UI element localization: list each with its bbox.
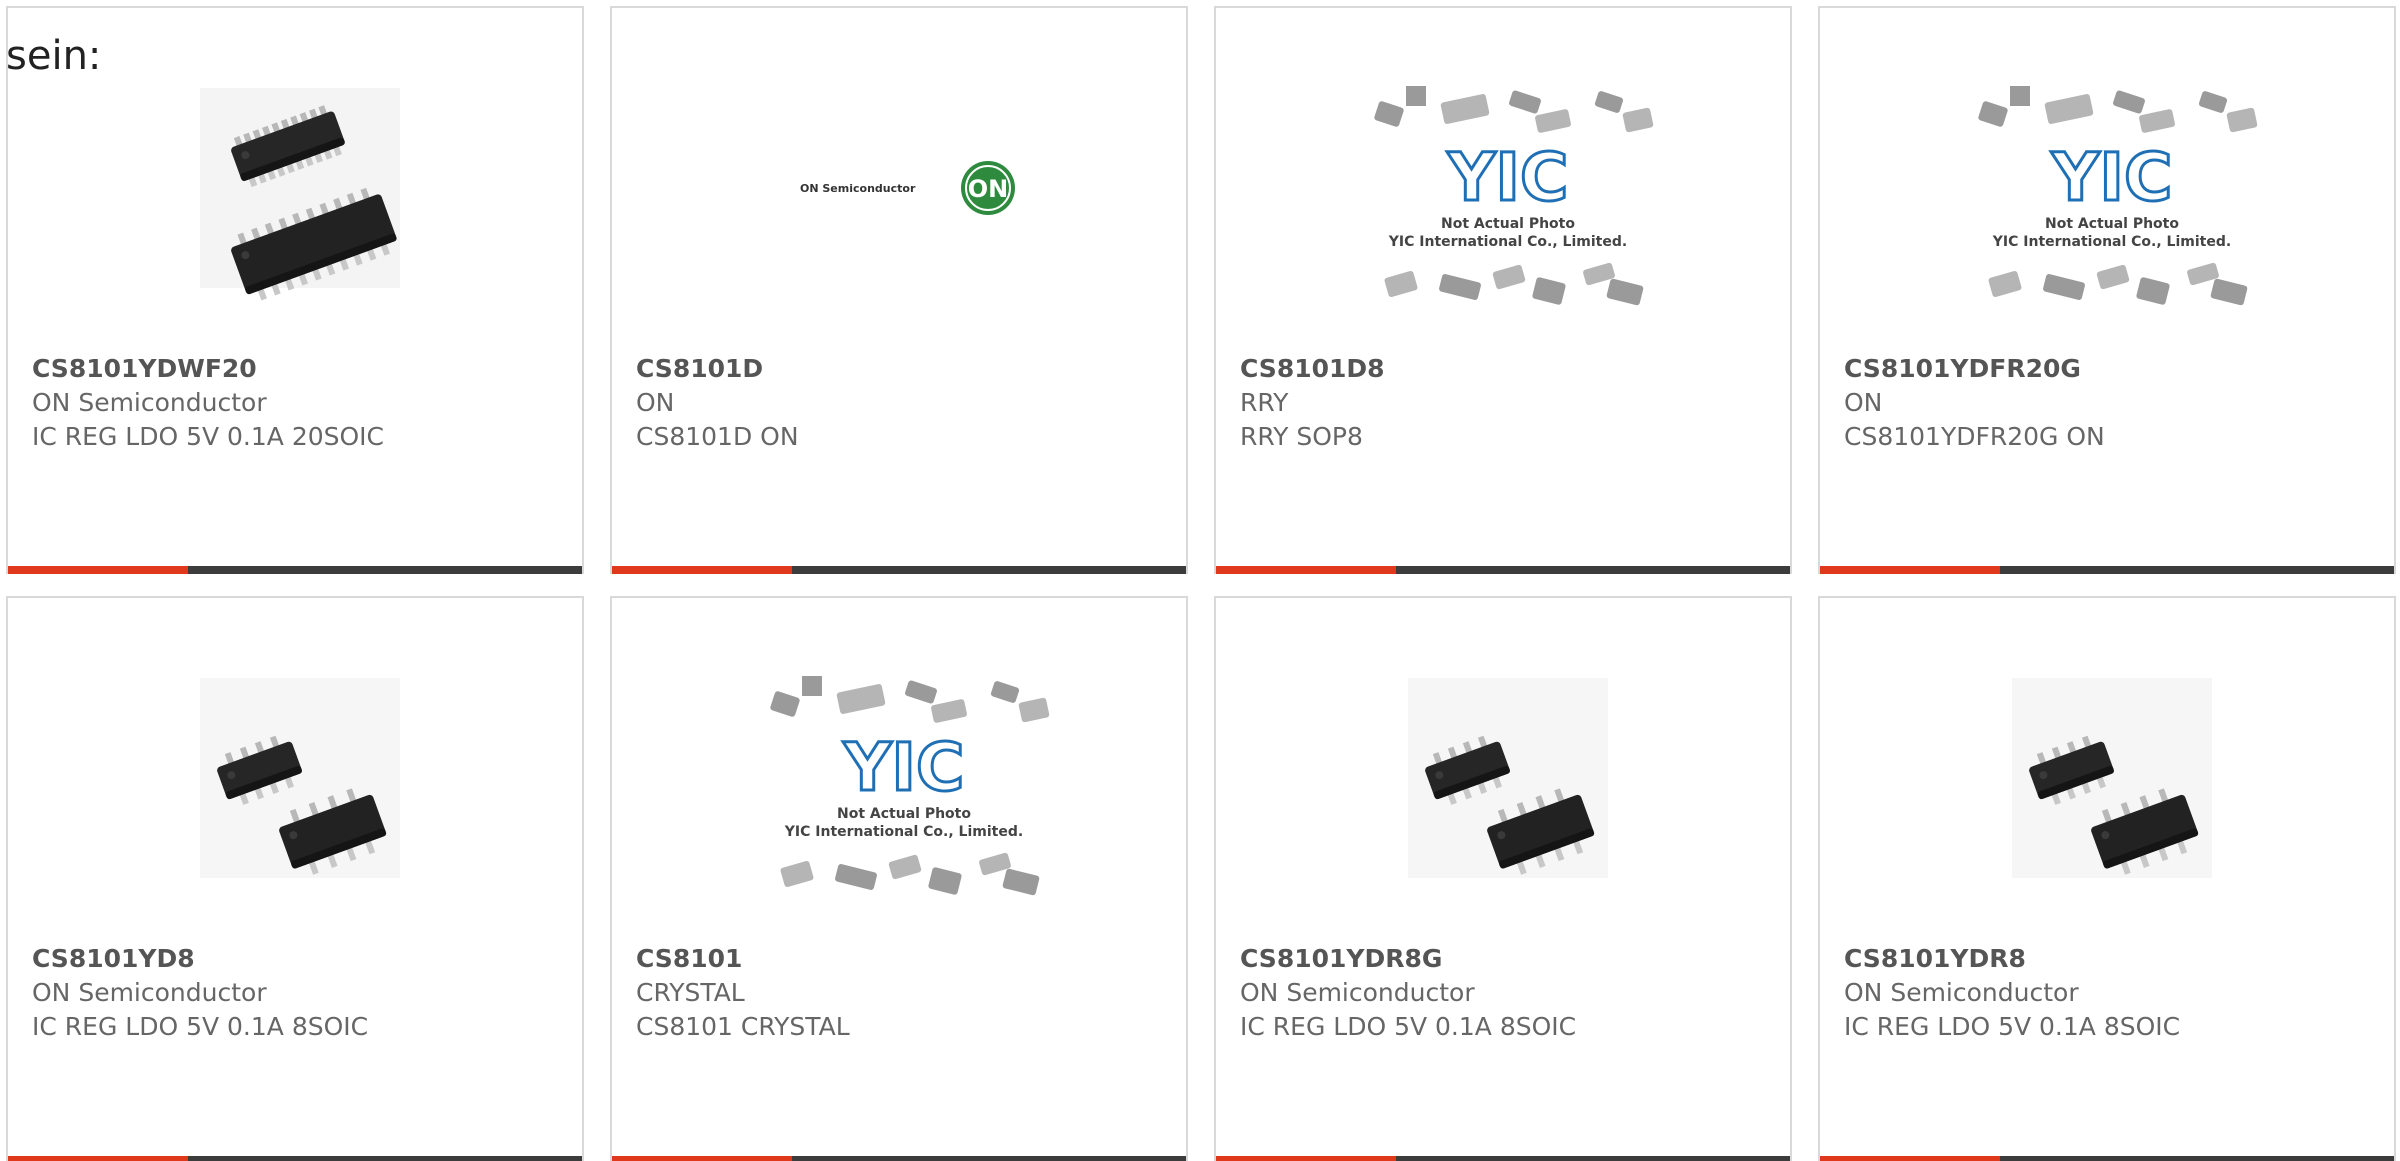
manufacturer-text: ON — [1844, 388, 1883, 417]
product-meta: CS8101YDFR20G ON CS8101YDFR20G ON — [1844, 352, 2105, 454]
card-accent-bar — [1216, 1156, 1396, 1161]
on-badge-text: ON — [968, 175, 1009, 203]
product-card[interactable]: ON Semiconductor ON CS8101D ON CS8101D ON — [610, 6, 1188, 574]
soic-8-package-image[interactable] — [1820, 668, 2394, 938]
product-card[interactable]: CS8101YDWF20 ON Semiconductor IC REG LDO 5… — [6, 6, 584, 574]
card-accent-bar — [8, 566, 188, 574]
part-number-link[interactable]: CS8101YD8 — [32, 942, 368, 976]
card-bottom-bar — [1216, 1156, 1790, 1161]
product-meta: CS8101YDR8G ON Semiconductor IC REG LDO 5V… — [1240, 942, 1576, 1044]
card-bottom-bar — [612, 566, 1186, 574]
manufacturer-text: ON Semiconductor — [1240, 978, 1475, 1007]
product-meta: CS8101YDR8 ON Semiconductor IC REG LDO 5V … — [1844, 942, 2180, 1044]
description-text: RRY SOP8 — [1240, 422, 1363, 451]
card-bottom-bar — [1820, 1156, 2394, 1161]
product-meta: CS8101 CRYSTAL CS8101 CRYSTAL — [636, 942, 850, 1044]
card-bottom-bar — [612, 1156, 1186, 1161]
card-bottom-bar — [8, 1156, 582, 1161]
part-number-link[interactable]: CS8101 — [636, 942, 850, 976]
part-number-link[interactable]: CS8101D8 — [1240, 352, 1385, 386]
description-text: CS8101YDFR20G ON — [1844, 422, 2105, 451]
yic-company-text: YIC International Co., Limited. — [1992, 234, 2231, 250]
product-meta: CS8101YD8 ON Semiconductor IC REG LDO 5V 0… — [32, 942, 368, 1044]
part-number-link[interactable]: CS8101YDR8 — [1844, 942, 2180, 976]
soic-20-package-image[interactable] — [8, 78, 582, 348]
product-card[interactable]: CS8101YD8 ON Semiconductor IC REG LDO 5V 0… — [6, 596, 584, 1161]
manufacturer-text: ON Semiconductor — [32, 978, 267, 1007]
product-card[interactable]: CS8101YDR8G ON Semiconductor IC REG LDO 5V… — [1214, 596, 1792, 1161]
product-card[interactable]: YIC Not Actual Photo YIC International Co.… — [1818, 6, 2396, 574]
on-semiconductor-logo-image[interactable]: ON Semiconductor ON — [612, 78, 1186, 348]
card-bottom-bar — [8, 566, 582, 574]
yic-logo-mark: YIC — [2051, 139, 2173, 216]
product-meta: CS8101D ON CS8101D ON — [636, 352, 799, 454]
part-number-link[interactable]: CS8101YDR8G — [1240, 942, 1576, 976]
description-text: IC REG LDO 5V 0.1A 8SOIC — [1240, 1012, 1577, 1041]
card-accent-bar — [612, 1156, 792, 1161]
part-number-link[interactable]: CS8101YDWF20 — [32, 352, 384, 386]
yic-not-actual-photo-image[interactable]: YIC Not Actual Photo YIC International Co.… — [1216, 78, 1790, 348]
on-semiconductor-logo-text: ON Semiconductor — [800, 182, 916, 195]
description-text: IC REG LDO 5V 0.1A 20SOIC — [32, 422, 385, 451]
soic-8-package-image[interactable] — [8, 668, 582, 938]
description-text: CS8101 CRYSTAL — [636, 1012, 850, 1041]
product-card[interactable]: YIC Not Actual Photo YIC International Co.… — [610, 596, 1188, 1161]
description-text: IC REG LDO 5V 0.1A 8SOIC — [32, 1012, 369, 1041]
card-accent-bar — [1820, 566, 2000, 574]
card-accent-bar — [8, 1156, 188, 1161]
yic-not-actual-photo-image[interactable]: YIC Not Actual Photo YIC International Co.… — [612, 668, 1186, 938]
soic-8-package-image[interactable] — [1216, 668, 1790, 938]
description-text: IC REG LDO 5V 0.1A 8SOIC — [1844, 1012, 2181, 1041]
card-bottom-bar — [1820, 566, 2394, 574]
yic-logo-mark: YIC — [1447, 139, 1569, 216]
part-number-link[interactable]: CS8101D — [636, 352, 799, 386]
product-card[interactable]: CS8101YDR8 ON Semiconductor IC REG LDO 5V … — [1818, 596, 2396, 1161]
yic-logo-mark: YIC — [843, 729, 965, 806]
intro-text: sein: — [6, 33, 102, 79]
yic-not-actual-photo-image[interactable]: YIC Not Actual Photo YIC International Co.… — [1820, 78, 2394, 348]
manufacturer-text: ON Semiconductor — [1844, 978, 2079, 1007]
card-accent-bar — [612, 566, 792, 574]
manufacturer-text: ON Semiconductor — [32, 388, 267, 417]
product-grid-page: sein: CS8101YDWF20 ON Semiconductor IC REG… — [0, 0, 2400, 1161]
part-number-link[interactable]: CS8101YDFR20G — [1844, 352, 2105, 386]
description-text: CS8101D ON — [636, 422, 799, 451]
not-actual-photo-text: Not Actual Photo — [2045, 216, 2179, 232]
yic-company-text: YIC International Co., Limited. — [784, 824, 1023, 840]
manufacturer-text: CRYSTAL — [636, 978, 745, 1007]
yic-company-text: YIC International Co., Limited. — [1388, 234, 1627, 250]
product-meta: CS8101D8 RRY RRY SOP8 — [1240, 352, 1385, 454]
product-card[interactable]: YIC Not Actual Photo YIC International Co.… — [1214, 6, 1792, 574]
card-bottom-bar — [1216, 566, 1790, 574]
card-accent-bar — [1820, 1156, 2000, 1161]
not-actual-photo-text: Not Actual Photo — [1441, 216, 1575, 232]
card-accent-bar — [1216, 566, 1396, 574]
product-meta: CS8101YDWF20 ON Semiconductor IC REG LDO 5… — [32, 352, 384, 454]
manufacturer-text: RRY — [1240, 388, 1289, 417]
not-actual-photo-text: Not Actual Photo — [837, 806, 971, 822]
manufacturer-text: ON — [636, 388, 675, 417]
